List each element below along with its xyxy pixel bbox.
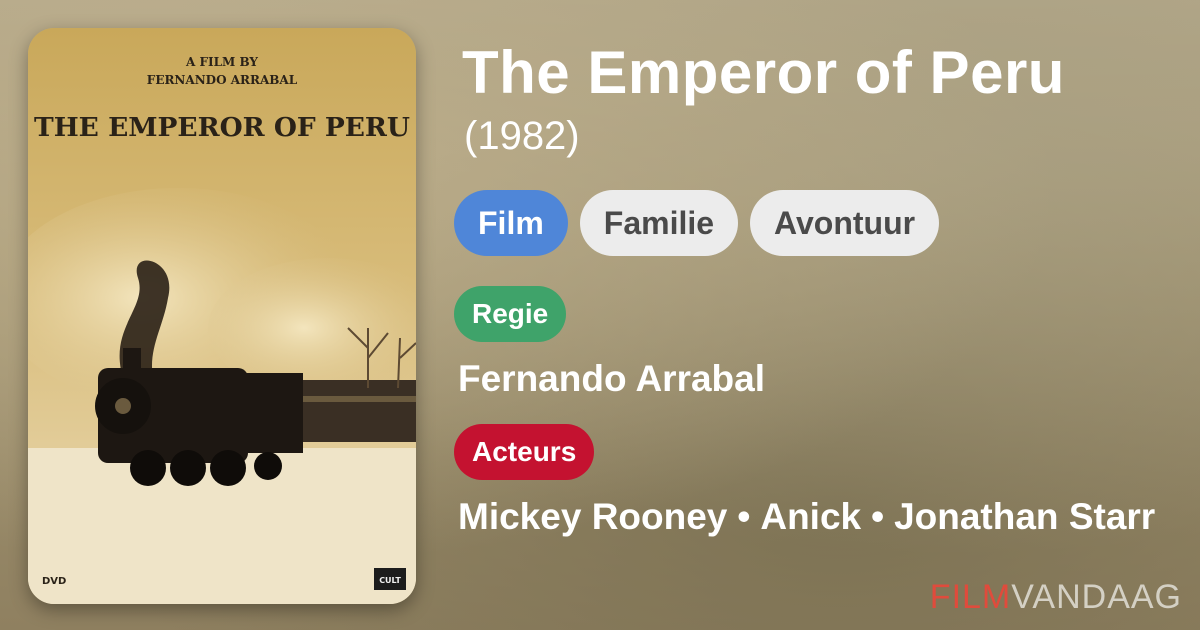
actor-names: Mickey Rooney • Anick • Jonathan Starr xyxy=(458,492,1158,542)
brand-logo[interactable]: FILMVANDAAG xyxy=(930,578,1182,617)
movie-title: The Emperor of Peru xyxy=(462,39,1065,106)
actor-name[interactable]: Jonathan Starr xyxy=(894,496,1155,537)
poster-director-line: FERNANDO ARRABAL xyxy=(147,73,298,87)
genre-chip-film[interactable]: Film xyxy=(454,190,568,256)
poster-label-mark: CULT xyxy=(379,576,401,585)
director-badge: Regie xyxy=(454,286,567,342)
genre-list: Film Familie Avontuur xyxy=(454,190,940,256)
movie-year: (1982) xyxy=(464,114,580,158)
director-name[interactable]: Fernando Arrabal xyxy=(458,358,765,399)
movie-poster: A FILM BY FERNANDO ARRABAL THE EMPEROR O… xyxy=(28,28,416,604)
brand-logo-vandaag: VANDAAG xyxy=(1011,578,1182,616)
actor-name[interactable]: Anick xyxy=(760,496,861,537)
genre-chip-avontuur[interactable]: Avontuur xyxy=(750,190,940,256)
poster-title: THE EMPEROR OF PERU xyxy=(34,113,410,143)
brand-logo-film: FILM xyxy=(929,578,1012,616)
actor-name[interactable]: Mickey Rooney xyxy=(458,496,727,537)
poster-credit-line: A FILM BY xyxy=(185,55,258,69)
poster-dvd-mark: DVD xyxy=(42,576,66,587)
actor-separator: • xyxy=(737,496,751,537)
director-names: Fernando Arrabal xyxy=(458,354,1158,404)
genre-chip-familie[interactable]: Familie xyxy=(579,190,739,256)
actor-separator: • xyxy=(871,496,885,537)
actors-badge: Acteurs xyxy=(454,424,595,480)
